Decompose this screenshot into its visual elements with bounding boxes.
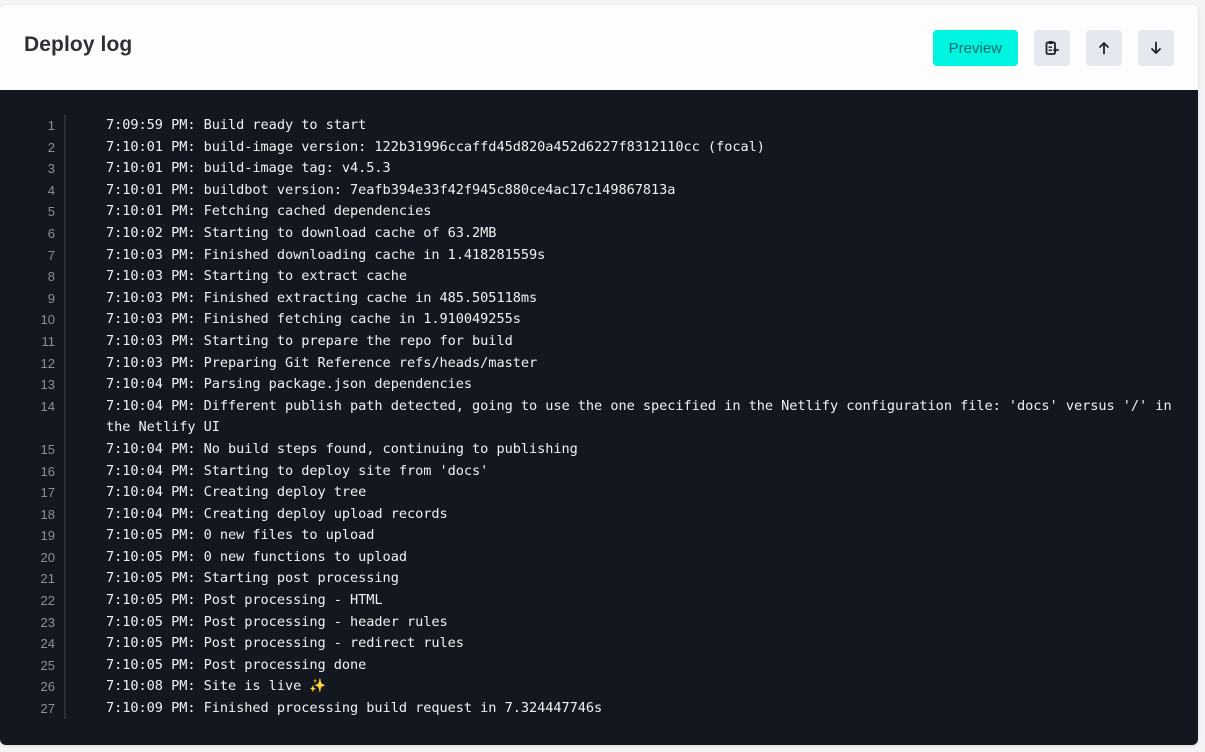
log-text: 7:10:04 PM: Parsing package.json depende… <box>106 376 473 393</box>
log-line: 25 7:10:05 PM: Post processing done <box>0 655 1198 677</box>
log-text: 7:10:03 PM: Finished fetching cache in 1… <box>106 311 521 328</box>
scroll-to-bottom-button[interactable] <box>1138 30 1174 66</box>
log-text: 7:10:01 PM: buildbot version: 7eafb394e3… <box>106 181 676 198</box>
line-number: 1 <box>47 118 55 133</box>
log-text: 7:10:05 PM: Post processing done <box>106 656 367 673</box>
line-number: 27 <box>40 701 55 717</box>
log-line: 13 7:10:04 PM: Parsing package.json depen… <box>0 374 1198 396</box>
arrow-down-icon <box>1149 41 1163 55</box>
log-line: 15 7:10:04 PM: No build steps found, cont… <box>0 439 1198 461</box>
line-number: 10 <box>40 312 55 328</box>
log-text: 7:10:03 PM: Preparing Git Reference refs… <box>106 354 538 371</box>
log-text: 7:10:03 PM: Finished downloading cache i… <box>106 246 546 263</box>
log-text: 7:10:05 PM: Post processing - header rul… <box>106 613 448 630</box>
line-number: 25 <box>40 657 55 673</box>
line-number: 23 <box>40 614 55 630</box>
log-line: 20 7:10:05 PM: 0 new functions to upload <box>0 547 1198 569</box>
line-number: 12 <box>40 355 55 371</box>
page-title: Deploy log <box>24 33 133 56</box>
line-number: 4 <box>47 182 55 198</box>
log-line: 21 7:10:05 PM: Starting post processing <box>0 568 1198 590</box>
log-line: 18 7:10:04 PM: Creating deploy upload rec… <box>0 504 1198 526</box>
line-number: 9 <box>47 290 55 306</box>
log-text: 7:10:09 PM: Finished processing build re… <box>106 700 603 717</box>
log-line: 22 7:10:05 PM: Post processing - HTML <box>0 590 1198 612</box>
log-text: 7:09:59 PM: Build ready to start <box>106 117 367 133</box>
line-number: 19 <box>40 528 55 544</box>
gutter-divider <box>64 115 66 719</box>
log-line: 16 7:10:04 PM: Starting to deploy site fr… <box>0 461 1198 483</box>
log-line: 12 7:10:03 PM: Preparing Git Reference re… <box>0 353 1198 375</box>
line-number: 16 <box>40 463 55 479</box>
log-line: 4 7:10:01 PM: buildbot version: 7eafb394e… <box>0 180 1198 202</box>
log-text: 7:10:02 PM: Starting to download cache o… <box>106 224 497 241</box>
line-number: 2 <box>47 139 55 155</box>
log-text: 7:10:04 PM: Creating deploy upload recor… <box>106 505 448 522</box>
log-line: 10 7:10:03 PM: Finished fetching cache in… <box>0 309 1198 331</box>
line-number: 26 <box>40 679 55 695</box>
log-line: 14 7:10:04 PM: Different publish path det… <box>0 396 1198 439</box>
log-line: 8 7:10:03 PM: Starting to extract cache <box>0 266 1198 288</box>
log-line: 5 7:10:01 PM: Fetching cached dependencie… <box>0 201 1198 223</box>
header-actions: Preview <box>932 30 1174 66</box>
log-line: 23 7:10:05 PM: Post processing - header r… <box>0 612 1198 634</box>
log-text: 7:10:05 PM: 0 new files to upload <box>106 527 375 544</box>
log-line: 7 7:10:03 PM: Finished downloading cache … <box>0 245 1198 267</box>
log-text: 7:10:03 PM: Starting to prepare the repo… <box>106 332 513 349</box>
line-number: 5 <box>47 204 55 220</box>
log-text: 7:10:03 PM: Starting to extract cache <box>106 268 407 285</box>
log-text: 7:10:01 PM: build-image tag: v4.5.3 <box>106 160 391 177</box>
log-text: 7:10:05 PM: Post processing - HTML <box>106 592 383 609</box>
log-line: 27 7:10:09 PM: Finished processing build … <box>0 698 1198 720</box>
log-text: 7:10:04 PM: No build steps found, contin… <box>106 440 578 457</box>
line-number: 8 <box>47 269 55 285</box>
scroll-to-top-button[interactable] <box>1086 30 1122 66</box>
log-text: 7:10:01 PM: build-image version: 122b319… <box>106 138 765 155</box>
log-text: 7:10:05 PM: Post processing - redirect r… <box>106 635 464 652</box>
line-number: 13 <box>40 377 55 393</box>
log-line: 11 7:10:03 PM: Starting to prepare the re… <box>0 331 1198 353</box>
line-number: 11 <box>41 333 56 349</box>
log-line: 6 7:10:02 PM: Starting to download cache … <box>0 223 1198 245</box>
log-line: 24 7:10:05 PM: Post processing - redirect… <box>0 633 1198 655</box>
line-number: 14 <box>40 398 55 414</box>
log-text: 7:10:05 PM: 0 new functions to upload <box>106 548 407 565</box>
log-text: 7:10:04 PM: Starting to deploy site from… <box>106 462 489 479</box>
copy-to-clipboard-button[interactable] <box>1034 30 1070 66</box>
deploy-log-output: 1 7:09:59 PM: Build ready to start 2 7:10:0… <box>0 90 1198 745</box>
log-text: 7:10:04 PM: Creating deploy tree <box>106 484 367 501</box>
log-line: 3 7:10:01 PM: build-image tag: v4.5.3 <box>0 158 1198 180</box>
line-number: 7 <box>47 247 55 263</box>
line-number: 18 <box>40 506 55 522</box>
line-number: 3 <box>47 161 55 177</box>
log-line: 9 7:10:03 PM: Finished extracting cache i… <box>0 288 1198 310</box>
line-number: 15 <box>40 441 55 457</box>
clipboard-copy-icon <box>1044 40 1060 56</box>
preview-button[interactable]: Preview <box>932 30 1018 66</box>
log-line: 26 7:10:08 PM: Site is live ✨ <box>0 676 1198 698</box>
deploy-log-card: Deploy log Preview 1 7:09:59 PM: Build r… <box>0 5 1198 745</box>
log-line: 1 7:09:59 PM: Build ready to start <box>0 115 1198 137</box>
log-line: 2 7:10:01 PM: build-image version: 122b31… <box>0 137 1198 159</box>
log-text: 7:10:05 PM: Starting post processing <box>106 570 399 587</box>
line-number: 21 <box>40 571 55 587</box>
line-number: 20 <box>40 549 55 565</box>
log-text: 7:10:03 PM: Finished extracting cache in… <box>106 289 538 306</box>
line-number: 22 <box>40 593 55 609</box>
line-number: 17 <box>40 485 55 501</box>
line-number: 24 <box>40 636 55 652</box>
deploy-log-header: Deploy log Preview <box>0 5 1198 90</box>
arrow-up-icon <box>1097 41 1111 55</box>
log-line: 17 7:10:04 PM: Creating deploy tree <box>0 482 1198 504</box>
log-line: 19 7:10:05 PM: 0 new files to upload <box>0 525 1198 547</box>
log-text: 7:10:04 PM: Different publish path detec… <box>106 397 1180 436</box>
line-number: 6 <box>47 225 55 241</box>
log-text: 7:10:08 PM: Site is live ✨ <box>106 678 327 695</box>
log-text: 7:10:01 PM: Fetching cached dependencies <box>106 203 432 220</box>
